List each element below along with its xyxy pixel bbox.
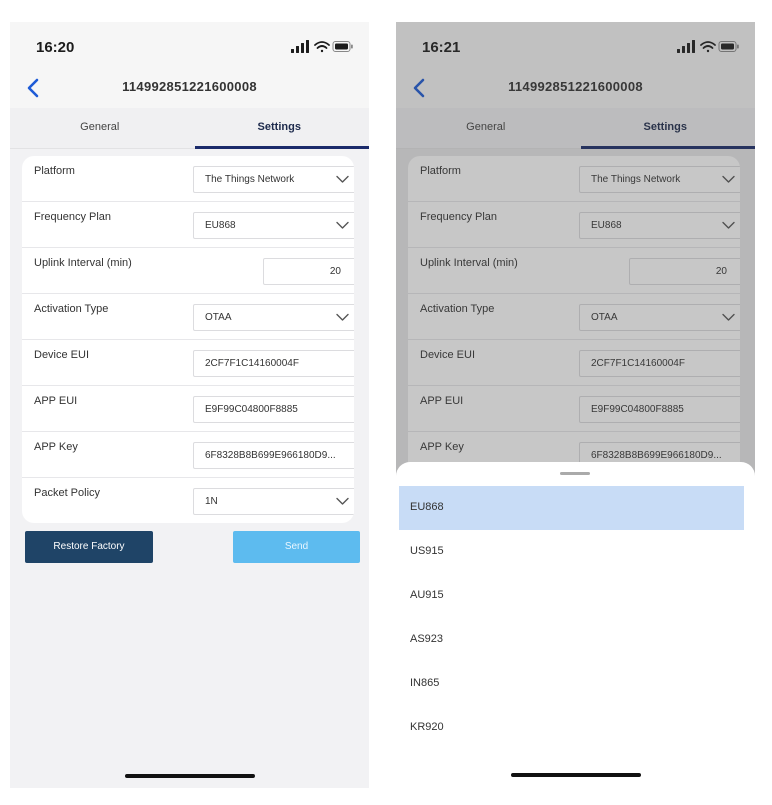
home-indicator [124,774,255,778]
option-us915[interactable]: US915 [399,530,744,574]
field-label: Platform [34,165,75,177]
home-indicator [510,773,641,777]
status-time: 16:20 [36,39,75,56]
field-app-eui: APP EUI E9F99C04800F8885 [22,386,354,432]
app-key-input[interactable]: 6F8328B8B699E966180D9... [193,442,354,469]
field-label: Device EUI [34,349,90,361]
device-eui-input[interactable]: 2CF7F1C14160004F [193,350,354,377]
activation-type-value: OTAA [205,312,232,323]
field-label: Packet Policy [34,487,101,499]
app-eui-input[interactable]: E9F99C04800F8885 [193,396,354,423]
option-as923[interactable]: AS923 [399,618,744,662]
cellular-signal-icon [291,40,309,53]
chevron-down-icon [336,221,349,229]
field-activation-type: Activation Type OTAA [22,294,354,340]
packet-policy-select[interactable]: 1N [193,488,354,515]
option-eu868[interactable]: EU868 [399,486,744,530]
field-device-eui: Device EUI 2CF7F1C14160004F [22,340,354,386]
sheet-grabber[interactable] [560,472,590,475]
field-platform: Platform The Things Network [22,156,354,202]
chevron-down-icon [336,313,349,321]
uplink-interval-input[interactable]: 20 [263,258,354,285]
phone-screen-settings: 16:20 114992851221600008 General Setting… [10,22,369,788]
chevron-down-icon [336,497,349,505]
app-key-value: 6F8328B8B699E966180D9... [205,450,336,461]
status-icons [291,40,353,53]
option-label: EU868 [410,501,444,513]
tab-settings[interactable]: Settings [190,108,369,149]
field-uplink-interval: Uplink Interval (min) 20 [22,248,354,294]
option-in865[interactable]: IN865 [399,662,744,706]
send-button[interactable]: Send [233,531,360,563]
tab-bar: General Settings [10,108,369,149]
frequency-picker-sheet: EU868 US915 AU915 AS923 IN865 KR920 [396,462,755,788]
field-app-key: APP Key 6F8328B8B699E966180D9... [22,432,354,478]
field-label: APP EUI [34,395,78,407]
device-eui-value: 2CF7F1C14160004F [205,358,299,369]
frequency-plan-select[interactable]: EU868 [193,212,354,239]
status-bar: 16:20 [10,22,369,68]
packet-policy-value: 1N [205,496,218,507]
tab-general[interactable]: General [10,108,190,148]
field-label: Uplink Interval (min) [34,257,132,269]
device-id-title: 114992851221600008 [122,79,257,94]
option-label: AS923 [410,633,444,645]
option-label: US915 [410,545,444,557]
platform-value: The Things Network [205,174,295,185]
app-eui-value: E9F99C04800F8885 [205,404,298,415]
option-label: KR920 [410,721,444,733]
field-label: Frequency Plan [34,211,112,223]
field-label: APP Key [34,441,78,453]
nav-bar: 114992851221600008 [10,68,369,108]
option-au915[interactable]: AU915 [399,574,744,618]
field-packet-policy: Packet Policy 1N [22,478,354,523]
uplink-interval-value: 20 [329,266,341,277]
field-label: Activation Type [34,303,109,315]
restore-factory-button[interactable]: Restore Factory [25,531,153,563]
option-kr920[interactable]: KR920 [399,706,744,750]
wifi-icon [314,41,330,53]
option-label: AU915 [410,589,444,601]
settings-form: Platform The Things Network Frequency Pl… [22,156,354,523]
platform-select[interactable]: The Things Network [193,166,354,193]
activation-type-select[interactable]: OTAA [193,304,354,331]
battery-icon [332,41,353,52]
phone-screen-frequency-picker: 16:21 114992851221600008 General Setting… [396,22,755,788]
option-label: IN865 [410,677,440,689]
field-frequency-plan: Frequency Plan EU868 [22,202,354,248]
chevron-down-icon [336,175,349,183]
frequency-plan-value: EU868 [205,220,236,231]
